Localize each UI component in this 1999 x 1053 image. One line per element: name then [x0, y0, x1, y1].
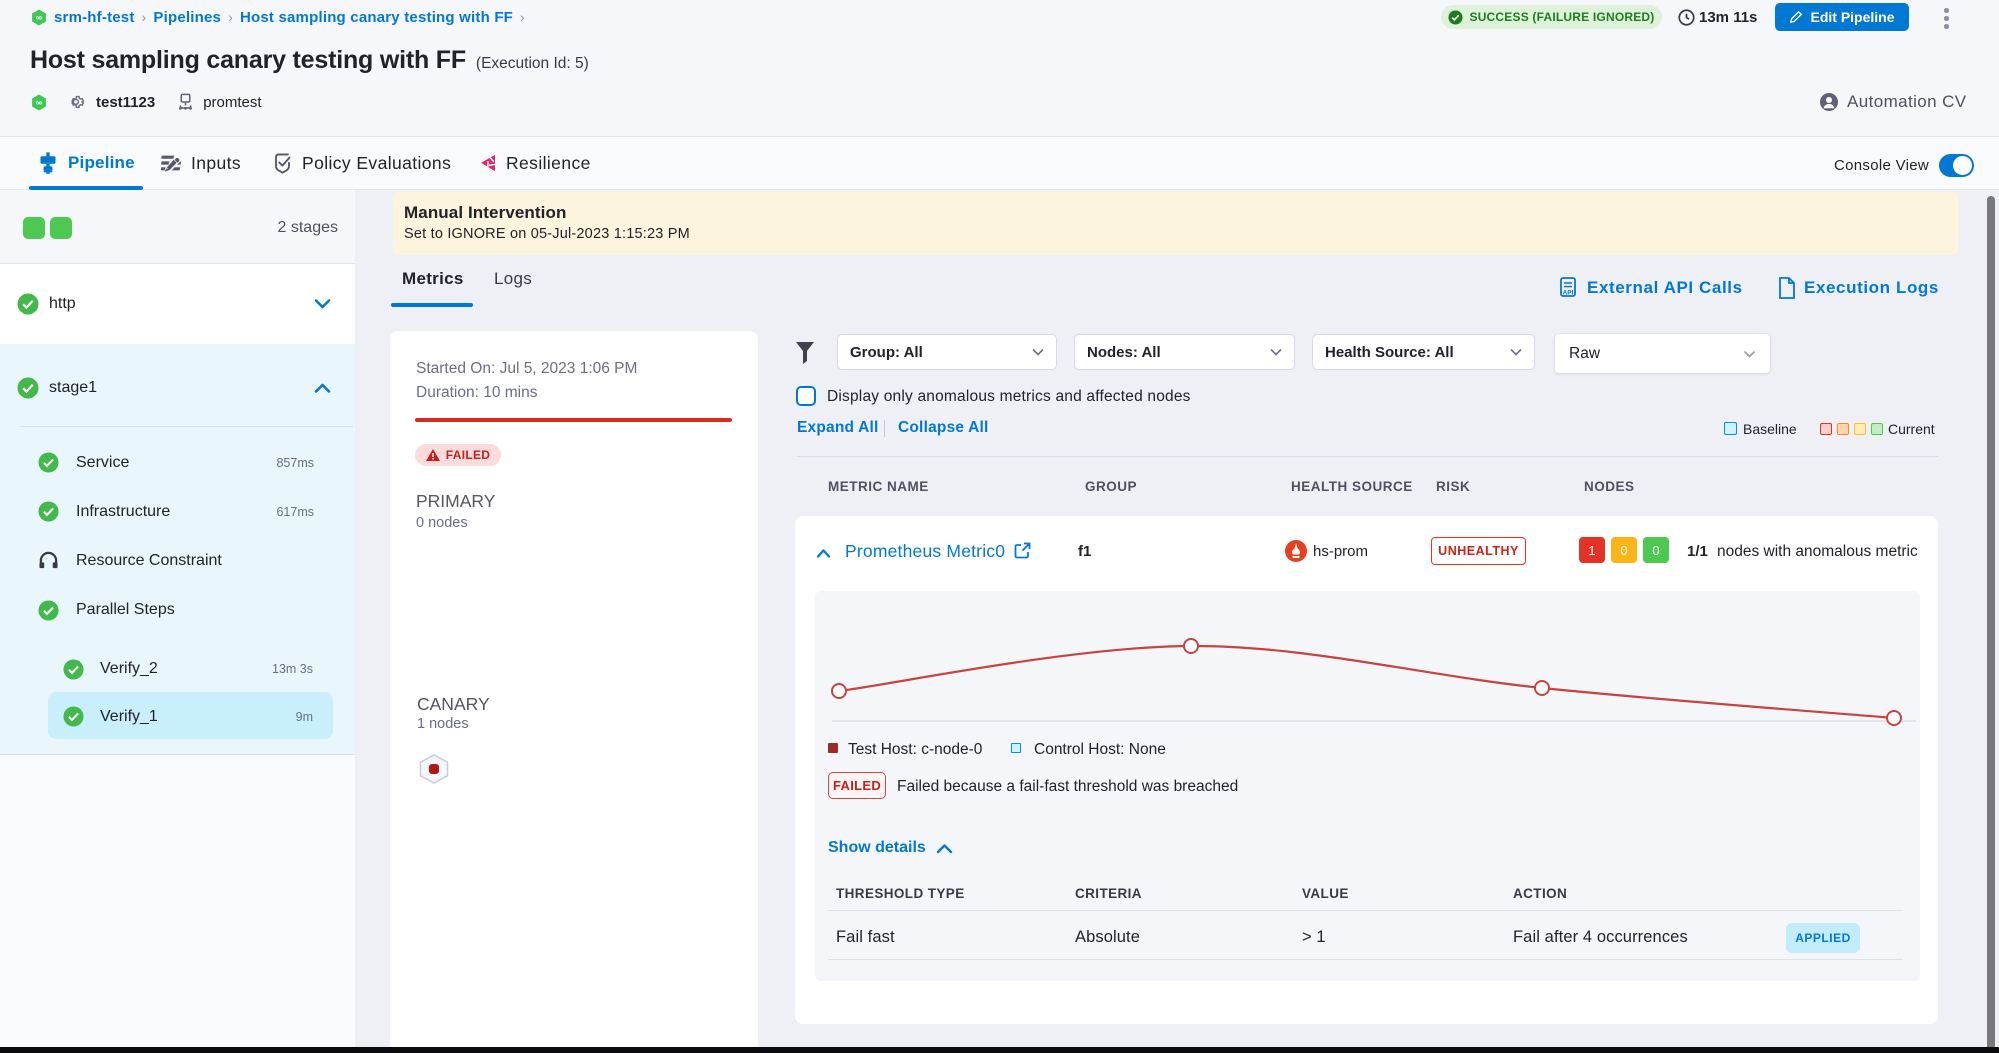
- svg-text:∞: ∞: [36, 12, 43, 22]
- svg-text:API: API: [1563, 290, 1574, 297]
- svg-text:∞: ∞: [36, 97, 43, 107]
